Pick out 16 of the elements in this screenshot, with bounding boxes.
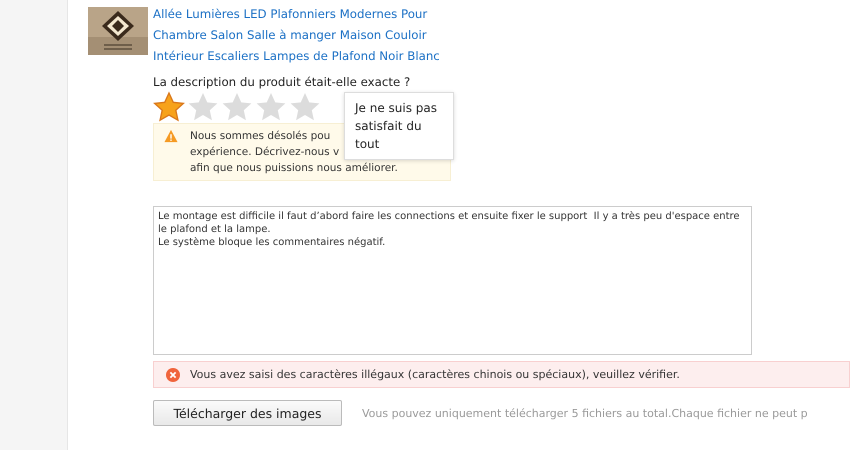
- error-message: Vous avez saisi des caractères illégaux (caractères chinois ou spéciaux), veuillez vérifier.: [190, 368, 680, 381]
- empty-star-icon[interactable]: [221, 91, 253, 123]
- error-icon: [166, 368, 180, 382]
- tooltip: Je ne suis pas satisfait du tout: [344, 92, 454, 160]
- star-rating[interactable]: [153, 91, 321, 123]
- review-field[interactable]: Le montage est difficile il faut d’abord faire les connections et ensuite fixer le support Il y a très peu d'espace entre le plafond et la lampe. Le système bloque les commentaires négatif.: [153, 206, 752, 355]
- question-text: La description du produit était-elle exacte ?: [153, 75, 412, 89]
- empty-star-icon[interactable]: [255, 91, 287, 123]
- warning-text: afin que nous puissions nous améliorer.: [190, 161, 398, 176]
- empty-star-icon[interactable]: [289, 91, 321, 123]
- upload-hint: Vous pouvez uniquement télécharger 5 fichiers au total.Chaque fichier ne peut p: [362, 406, 808, 420]
- filled-star-icon[interactable]: [153, 91, 185, 123]
- upload-images-button[interactable]: Télécharger des images: [153, 400, 342, 426]
- warning-icon: [164, 129, 178, 143]
- empty-star-icon[interactable]: [187, 91, 219, 123]
- product-title-link[interactable]: Allée Lumières LED Plafonniers Modernes Pour Chambre Salon Salle à manger Maison Couloir Intérieur Escaliers Lampes de Plafond Noir Blanc: [153, 4, 463, 67]
